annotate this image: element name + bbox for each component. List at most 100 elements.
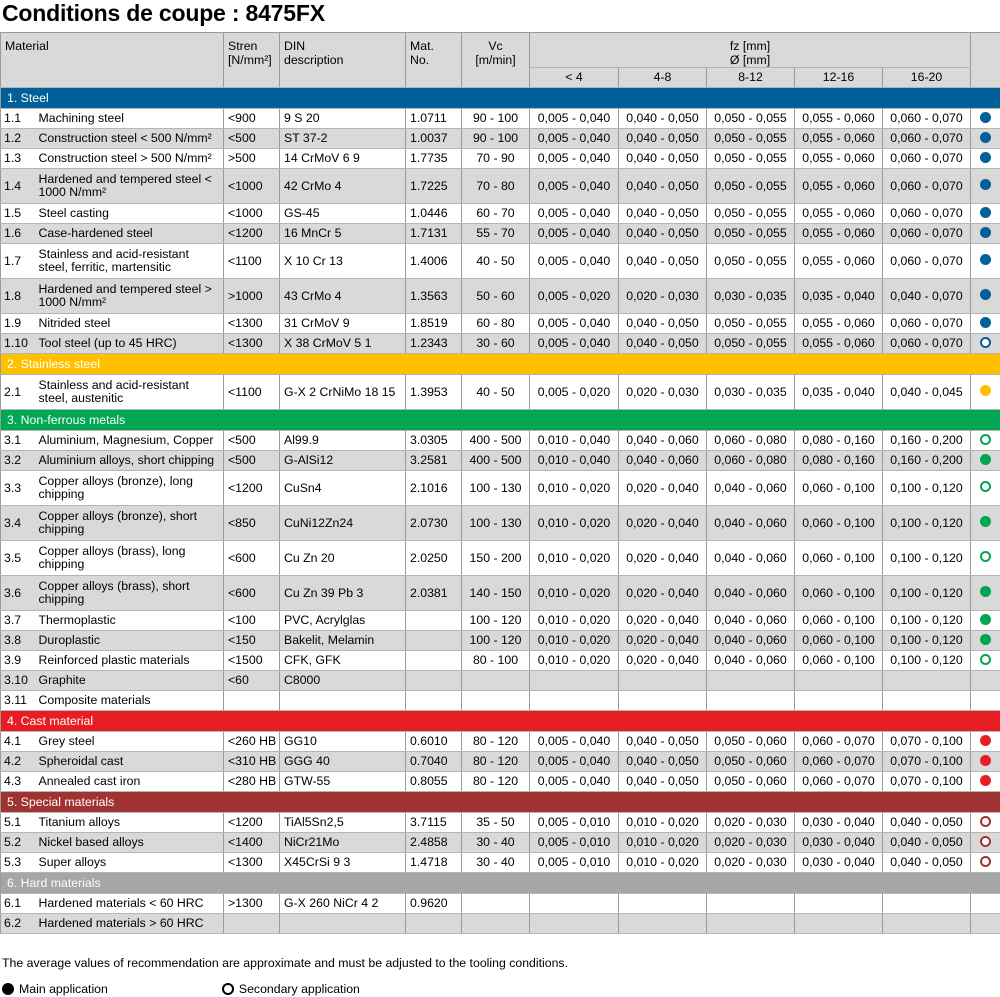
row-number: 3.7 [0,610,35,631]
fz-value: 0,060 - 0,080 [706,450,795,471]
hollow-dot-icon [221,983,234,995]
application-cell [970,203,1000,224]
material-name: Aluminium alloys, short chipping [34,450,224,471]
application-cell [970,168,1000,204]
main-application-dot-icon [980,254,992,265]
fz-value [618,690,707,711]
table-body: 1. Steel 1.1 Machining steel <900 9 S 20 1.07… [0,87,1000,934]
application-cell [970,148,1000,169]
material-name: Copper alloys (brass), short chipping [34,575,224,611]
main-application-dot-icon [980,151,992,163]
fz-value: 0,030 - 0,035 [706,278,795,314]
material-name: Construction steel > 500 N/mm² [34,148,224,169]
fz-value: 0,055 - 0,060 [794,223,883,244]
fz-value: 0,100 - 0,120 [882,575,972,611]
fz-value: 0,060 - 0,100 [794,650,883,671]
fz-value: 0,040 - 0,050 [618,223,707,244]
strength-value: <310 HB [223,751,280,772]
row-number: 4.3 [0,771,35,792]
fz-value [618,913,707,934]
fz-value: 0,055 - 0,060 [794,313,883,334]
fz-value: 0,060 - 0,070 [882,168,972,204]
fz-value: 0,060 - 0,070 [882,148,972,169]
fz-value: 0,050 - 0,055 [706,128,795,149]
din-value: X 38 CrMoV 5 1 [279,333,406,354]
material-name: Construction steel < 500 N/mm² [34,128,224,149]
fz-value [882,670,972,691]
vc-value [461,913,530,934]
fz-value: 0,040 - 0,050 [618,128,707,149]
row-number: 3.4 [0,505,35,541]
fz-value: 0,100 - 0,120 [882,540,972,576]
section-title: 4. Cast material [0,710,1000,732]
din-value [279,913,406,934]
main-application-dot-icon [980,453,992,465]
din-value: Cu Zn 20 [279,540,406,576]
row-number: 5.3 [0,852,35,873]
application-cell [970,540,1000,576]
strength-value: <1000 [223,168,280,204]
matno-value: 1.7735 [405,148,462,169]
fz-value: 0,040 - 0,060 [706,630,795,651]
fz-value: 0,040 - 0,060 [618,450,707,471]
secondary-application-dot-icon [980,815,992,827]
strength-value: <1300 [223,333,280,354]
fz-value: 0,050 - 0,055 [706,108,795,129]
fz-value: 0,005 - 0,040 [529,223,619,244]
fz-value: 0,040 - 0,060 [706,650,795,671]
header-range: 4-8 [618,67,707,88]
main-application-dot-icon [980,633,992,645]
fz-value: 0,020 - 0,030 [706,812,795,833]
vc-value: 80 - 120 [461,751,530,772]
fz-value: 0,030 - 0,040 [794,812,883,833]
fz-value: 0,060 - 0,100 [794,575,883,611]
vc-value [461,893,530,914]
vc-value: 100 - 130 [461,470,530,506]
din-value: G-X 260 NiCr 4 2 [279,893,406,914]
legend-main-label: Main application [19,982,108,996]
fz-value: 0,010 - 0,020 [529,575,619,611]
row-number: 1.1 [0,108,35,129]
table-row: 3.1 Aluminium, Magnesium, Copper <500 Al99.… [0,430,1000,451]
fz-value: 0,005 - 0,040 [529,128,619,149]
fz-value: 0,010 - 0,040 [529,430,619,451]
fz-value: 0,040 - 0,050 [618,108,707,129]
cutting-conditions-table-wrapper: Material Stren [N/mm²] DIN description Mat… [0,32,1000,934]
main-application-dot-icon [980,613,992,625]
table-row: 4.3 Annealed cast iron <280 HB GTW-55 0.8055… [0,771,1000,792]
main-application-dot-icon [980,734,992,746]
row-number: 1.10 [0,333,35,354]
fz-value: 0,060 - 0,080 [706,430,795,451]
strength-value: <1000 [223,203,280,224]
header-range: 12-16 [794,67,883,88]
application-cell [970,751,1000,772]
material-name: Case-hardened steel [34,223,224,244]
application-cell [970,913,1000,934]
fz-value: 0,055 - 0,060 [794,243,883,279]
fz-value: 0,040 - 0,050 [618,243,707,279]
table-row: 3.3 Copper alloys (bronze), long chipping… [0,470,1000,506]
material-name: Composite materials [34,690,224,711]
vc-value: 90 - 100 [461,128,530,149]
table-row: 5.1 Titanium alloys <1200 TiAl5Sn2,5 3.7115 3… [0,812,1000,833]
row-number: 1.3 [0,148,35,169]
matno-value: 0.7040 [405,751,462,772]
din-value: 16 MnCr 5 [279,223,406,244]
vc-value: 150 - 200 [461,540,530,576]
din-value: 14 CrMoV 6 9 [279,148,406,169]
row-number: 3.11 [0,690,35,711]
matno-value: 2.1016 [405,470,462,506]
din-value: NiCr21Mo [279,832,406,853]
table-row: 1.3 Construction steel > 500 N/mm² >500 14 … [0,148,1000,169]
fz-value: 0,055 - 0,060 [794,203,883,224]
filled-dot-icon [2,983,14,995]
fz-value: 0,060 - 0,100 [794,505,883,541]
material-name: Stainless and acid-resistant steel, aust… [34,374,224,410]
material-name: Copper alloys (bronze), long chipping [34,470,224,506]
header-din: DIN description [279,32,406,88]
secondary-application-dot-icon [980,653,992,665]
fz-value: 0,010 - 0,020 [618,812,707,833]
fz-value: 0,005 - 0,040 [529,168,619,204]
material-name: Copper alloys (bronze), short chipping [34,505,224,541]
main-application-dot-icon [980,586,992,597]
